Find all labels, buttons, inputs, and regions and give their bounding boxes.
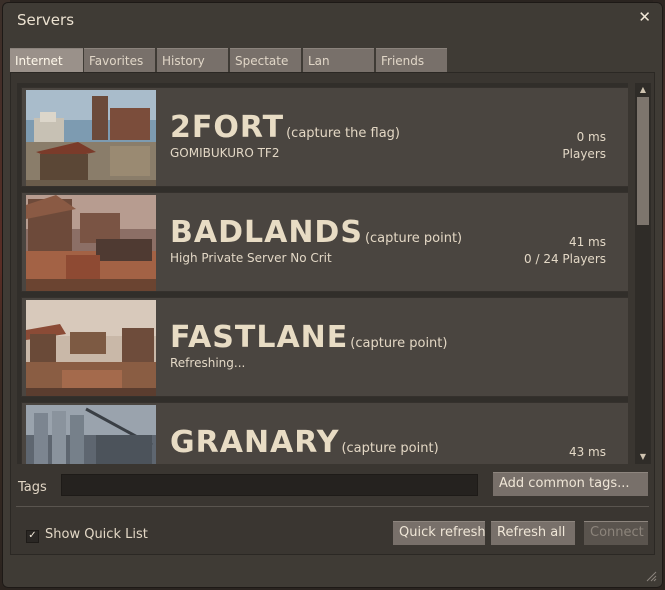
ping-value: 41 ms bbox=[568, 235, 606, 249]
player-count: Players bbox=[562, 147, 606, 161]
map-name: FASTLANE (capture point) bbox=[170, 320, 448, 355]
tab-favorites[interactable]: Favorites bbox=[84, 48, 155, 72]
map-thumbnail bbox=[26, 195, 156, 291]
game-mode: (capture point) bbox=[364, 231, 463, 246]
map-thumbnail bbox=[26, 300, 156, 396]
server-row[interactable]: GRANARY (capture point) 43 ms bbox=[21, 402, 628, 464]
connect-button[interactable]: Connect bbox=[584, 521, 648, 545]
map-name: GRANARY (capture point) bbox=[170, 425, 439, 460]
server-row[interactable]: 2FORT (capture the flag) GOMIBUKURO TF2 0… bbox=[21, 87, 628, 187]
server-list: 2FORT (capture the flag) GOMIBUKURO TF2 0… bbox=[17, 83, 628, 464]
scroll-up-icon[interactable]: ▲ bbox=[635, 83, 651, 97]
tab-internet[interactable]: Internet bbox=[10, 48, 83, 72]
resize-grip-icon[interactable] bbox=[645, 570, 657, 582]
tags-input[interactable] bbox=[61, 474, 478, 496]
map-name: BADLANDS (capture point) bbox=[170, 215, 463, 250]
map-thumbnail bbox=[26, 405, 156, 464]
scrollbar-thumb[interactable] bbox=[637, 97, 649, 225]
game-mode: (capture point) bbox=[350, 336, 448, 351]
server-row[interactable]: BADLANDS (capture point) High Private Ser… bbox=[21, 192, 628, 292]
map-thumbnail bbox=[26, 90, 156, 186]
window-title: Servers bbox=[17, 11, 75, 29]
show-quick-list-label: Show Quick List bbox=[45, 527, 148, 542]
server-row[interactable]: FASTLANE (capture point) Refreshing... bbox=[21, 297, 628, 397]
add-common-tags-button[interactable]: Add common tags... bbox=[493, 472, 648, 496]
ping-value: 0 ms bbox=[576, 130, 606, 144]
close-icon[interactable]: ✕ bbox=[638, 8, 651, 26]
servers-window: Servers ✕ Internet Favorites History Spe… bbox=[2, 2, 663, 588]
server-name: Refreshing... bbox=[170, 356, 246, 370]
show-quick-list-checkbox[interactable]: ✓ bbox=[26, 530, 39, 543]
server-name: High Private Server No Crit bbox=[170, 251, 332, 265]
tab-lan[interactable]: Lan bbox=[303, 48, 374, 72]
quick-refresh-button[interactable]: Quick refresh bbox=[393, 521, 486, 545]
refresh-all-button[interactable]: Refresh all bbox=[491, 521, 575, 545]
tags-label: Tags bbox=[18, 480, 47, 495]
scroll-down-icon[interactable]: ▼ bbox=[635, 450, 651, 464]
server-name: GOMIBUKURO TF2 bbox=[170, 146, 280, 160]
player-count: 0 / 24 Players bbox=[524, 252, 606, 266]
tab-history[interactable]: History bbox=[157, 48, 228, 72]
tab-friends[interactable]: Friends bbox=[376, 48, 447, 72]
ping-value: 43 ms bbox=[568, 445, 606, 459]
tab-spectate[interactable]: Spectate bbox=[230, 48, 301, 72]
map-name: 2FORT (capture the flag) bbox=[170, 110, 401, 145]
game-mode: (capture the flag) bbox=[286, 126, 401, 141]
divider bbox=[16, 506, 649, 507]
game-mode: (capture point) bbox=[341, 441, 439, 456]
server-list-scrollbar[interactable]: ▲ ▼ bbox=[635, 83, 651, 464]
